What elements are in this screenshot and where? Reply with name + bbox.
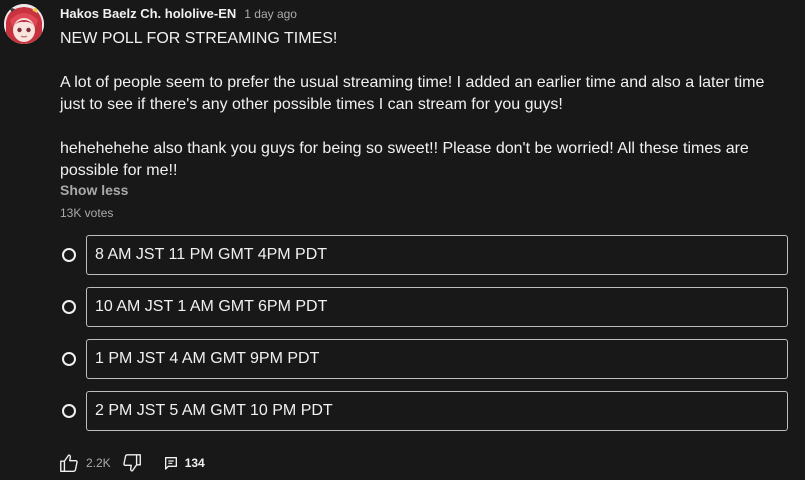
radio-button-icon[interactable] [62,248,76,262]
thumbs-down-icon [122,454,141,472]
post-time[interactable]: 1 day ago [244,7,297,21]
show-less-button[interactable]: Show less [60,182,128,198]
poll: 8 AM JST 11 PM GMT 4PM PDT 10 AM JST 1 A… [60,235,788,443]
avatar-image [4,4,44,44]
poll-option[interactable]: 8 AM JST 11 PM GMT 4PM PDT [60,235,788,275]
dislike-button[interactable] [121,452,143,474]
poll-option-label: 2 PM JST 5 AM GMT 10 PM PDT [95,402,333,419]
thumbs-up-icon [60,454,78,472]
channel-avatar[interactable] [4,4,44,44]
post-paragraph: hehehehehe also thank you guys for being… [60,140,749,179]
post-paragraph: A lot of people seem to prefer the usual… [60,74,765,113]
radio-button-icon[interactable] [62,352,76,366]
poll-option[interactable]: 2 PM JST 5 AM GMT 10 PM PDT [60,391,788,431]
poll-option[interactable]: 1 PM JST 4 AM GMT 9PM PDT [60,339,788,379]
poll-option-box[interactable]: 2 PM JST 5 AM GMT 10 PM PDT [86,391,788,431]
poll-option-box[interactable]: 1 PM JST 4 AM GMT 9PM PDT [86,339,788,379]
post-actions: 2.2K 134 [58,452,205,474]
poll-option-box[interactable]: 8 AM JST 11 PM GMT 4PM PDT [86,235,788,275]
comment-count[interactable]: 134 [185,456,205,470]
like-count: 2.2K [86,456,111,470]
poll-option-label: 10 AM JST 1 AM GMT 6PM PDT [95,298,328,315]
poll-option-label: 1 PM JST 4 AM GMT 9PM PDT [95,350,320,367]
comments-button[interactable] [163,455,179,471]
poll-option[interactable]: 10 AM JST 1 AM GMT 6PM PDT [60,287,788,327]
community-post: Hakos Baelz Ch. hololive-EN 1 day ago NE… [0,0,805,480]
vote-count: 13K votes [60,206,114,220]
post-header: Hakos Baelz Ch. hololive-EN 1 day ago [60,6,297,24]
author-name[interactable]: Hakos Baelz Ch. hololive-EN [60,6,236,21]
like-button[interactable] [58,452,80,474]
comment-icon [164,457,177,470]
poll-option-label: 8 AM JST 11 PM GMT 4PM PDT [95,246,328,263]
radio-button-icon[interactable] [62,404,76,418]
post-title: NEW POLL FOR STREAMING TIMES! [60,30,338,47]
poll-option-box[interactable]: 10 AM JST 1 AM GMT 6PM PDT [86,287,788,327]
radio-button-icon[interactable] [62,300,76,314]
post-content: NEW POLL FOR STREAMING TIMES! A lot of p… [60,28,790,182]
